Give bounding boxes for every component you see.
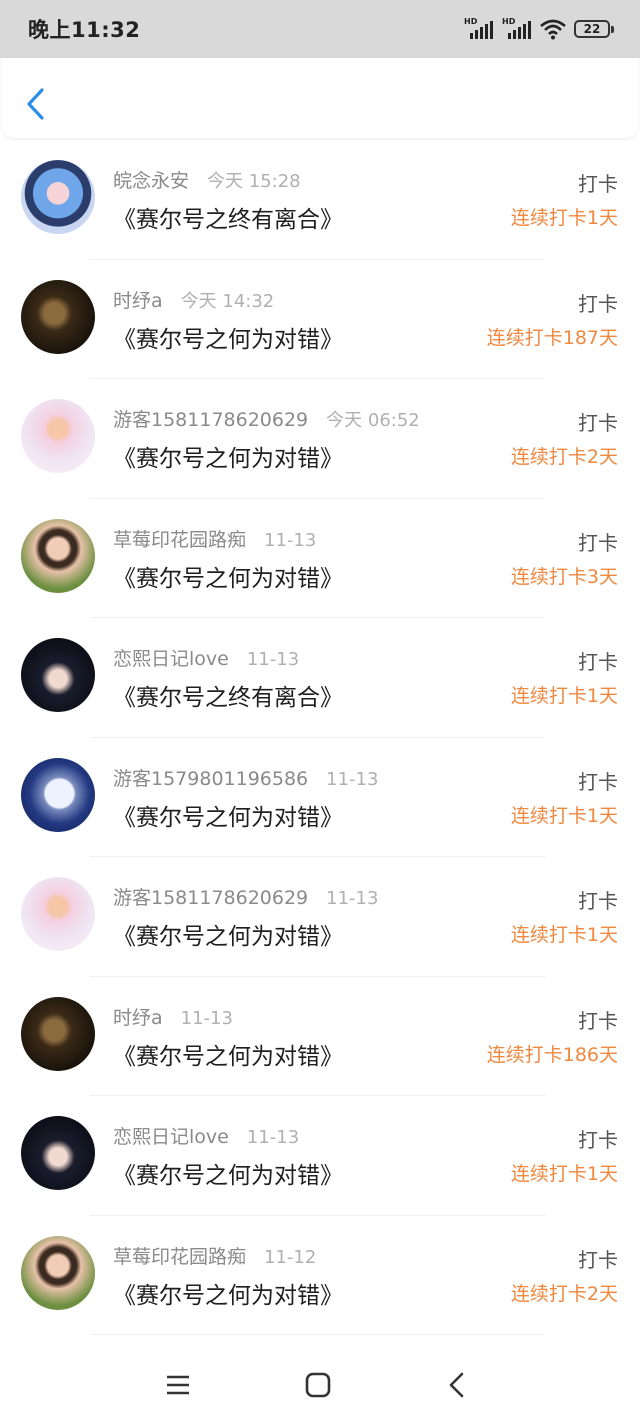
avatar[interactable] — [21, 1116, 95, 1190]
user-name[interactable]: 恋熙日记love — [113, 1122, 229, 1149]
battery-level: 22 — [583, 22, 601, 36]
book-title[interactable]: 《赛尔号之何为对错》 — [113, 917, 343, 951]
user-name[interactable]: 草莓印花园路痴 — [113, 525, 246, 552]
list-item[interactable]: 皖念永安 今天 15:28 《赛尔号之终有离合》 打卡 连续打卡1天 — [0, 140, 640, 260]
post-time: 11-13 — [246, 649, 300, 670]
checkin-list: 皖念永安 今天 15:28 《赛尔号之终有离合》 打卡 连续打卡1天 时纾a 今… — [0, 140, 640, 1335]
user-name[interactable]: 草莓印花园路痴 — [113, 1242, 246, 1269]
list-item[interactable]: 游客1581178620629 11-13 《赛尔号之何为对错》 打卡 连续打卡… — [0, 857, 640, 977]
list-item[interactable]: 游客1579801196586 11-13 《赛尔号之何为对错》 打卡 连续打卡… — [0, 738, 640, 857]
name-line: 时纾a 今天 14:32 — [113, 286, 274, 313]
checkin-tag: 打卡 — [578, 291, 618, 316]
post-time: 今天 14:32 — [180, 290, 275, 312]
checkin-tag: 打卡 — [578, 411, 618, 435]
post-time: 11-13 — [246, 1127, 300, 1148]
name-line: 皖念永安 今天 15:28 — [113, 166, 301, 193]
post-time: 11-13 — [326, 768, 379, 790]
checkin-tag: 打卡 — [578, 530, 618, 555]
streak-label: 连续打卡2天 — [510, 1282, 618, 1305]
list-item[interactable]: 恋熙日记love 11-13 《赛尔号之何为对错》 打卡 连续打卡1天 — [0, 1096, 640, 1216]
cell-signal-icon-2: HD — [502, 17, 532, 41]
user-name[interactable]: 恋熙日记love — [113, 644, 229, 671]
menu-icon[interactable] — [162, 1369, 194, 1401]
avatar[interactable] — [21, 160, 95, 234]
book-title[interactable]: 《赛尔号之何为对错》 — [113, 1037, 343, 1071]
back-button[interactable] — [20, 84, 50, 124]
top-nav-bar — [2, 58, 638, 138]
name-line: 草莓印花园路痴 11-13 — [113, 525, 316, 552]
book-title[interactable]: 《赛尔号之何为对错》 — [113, 1276, 343, 1310]
book-title[interactable]: 《赛尔号之何为对错》 — [113, 559, 343, 593]
post-time: 11-13 — [264, 529, 317, 551]
divider — [90, 1334, 545, 1335]
streak-label: 连续打卡2天 — [510, 446, 618, 468]
post-time: 今天 06:52 — [326, 410, 420, 431]
book-title[interactable]: 《赛尔号之终有离合》 — [113, 200, 343, 234]
checkin-tag: 打卡 — [578, 1008, 618, 1033]
avatar[interactable] — [21, 638, 95, 712]
list-item[interactable]: 草莓印花园路痴 11-12 《赛尔号之何为对错》 打卡 连续打卡2天 — [0, 1216, 640, 1335]
name-line: 草莓印花园路痴 11-12 — [113, 1242, 316, 1269]
name-line: 时纾a 11-13 — [113, 1003, 233, 1030]
streak-label: 连续打卡1天 — [510, 804, 618, 827]
streak-label: 连续打卡3天 — [510, 565, 618, 588]
chevron-left-icon — [27, 88, 44, 120]
post-time: 11-13 — [326, 888, 379, 909]
streak-label: 连续打卡186天 — [486, 1043, 618, 1066]
post-time: 11-13 — [180, 1007, 233, 1029]
back-triangle-icon[interactable] — [442, 1369, 474, 1401]
system-nav-bar — [0, 1343, 640, 1423]
checkin-tag: 打卡 — [578, 1128, 618, 1152]
avatar[interactable] — [21, 279, 95, 354]
avatar[interactable] — [21, 757, 95, 832]
book-title[interactable]: 《赛尔号之何为对错》 — [113, 320, 343, 354]
book-title[interactable]: 《赛尔号之何为对错》 — [113, 439, 343, 473]
list-item[interactable]: 恋熙日记love 11-13 《赛尔号之终有离合》 打卡 连续打卡1天 — [0, 618, 640, 738]
home-square-icon[interactable] — [302, 1369, 334, 1401]
avatar[interactable] — [21, 996, 95, 1071]
checkin-tag: 打卡 — [578, 769, 618, 794]
name-line: 游客1581178620629 今天 06:52 — [113, 405, 420, 432]
checkin-tag: 打卡 — [578, 650, 618, 674]
streak-label: 连续打卡1天 — [510, 924, 618, 946]
list-item[interactable]: 草莓印花园路痴 11-13 《赛尔号之何为对错》 打卡 连续打卡3天 — [0, 499, 640, 618]
streak-label: 连续打卡1天 — [510, 207, 618, 229]
avatar[interactable] — [21, 399, 95, 473]
user-name[interactable]: 皖念永安 — [113, 166, 189, 193]
status-bar: 晚上11:32 HD HD 22 — [0, 0, 640, 58]
avatar[interactable] — [21, 877, 95, 951]
streak-label: 连续打卡187天 — [486, 326, 618, 349]
book-title[interactable]: 《赛尔号之何为对错》 — [113, 798, 343, 832]
avatar[interactable] — [21, 518, 95, 593]
name-line: 游客1579801196586 11-13 — [113, 764, 378, 791]
user-name[interactable]: 游客1581178620629 — [113, 883, 308, 910]
status-time: 晚上11:32 — [28, 18, 141, 42]
status-icons: HD HD 22 — [464, 17, 614, 41]
list-item[interactable]: 游客1581178620629 今天 06:52 《赛尔号之何为对错》 打卡 连… — [0, 379, 640, 499]
name-line: 恋熙日记love 11-13 — [113, 644, 299, 671]
user-name[interactable]: 时纾a — [113, 286, 163, 313]
wifi-icon — [540, 19, 566, 40]
streak-label: 连续打卡1天 — [510, 685, 618, 707]
list-item[interactable]: 时纾a 11-13 《赛尔号之何为对错》 打卡 连续打卡186天 — [0, 977, 640, 1096]
user-name[interactable]: 时纾a — [113, 1003, 163, 1030]
list-item[interactable]: 时纾a 今天 14:32 《赛尔号之何为对错》 打卡 连续打卡187天 — [0, 260, 640, 379]
name-line: 恋熙日记love 11-13 — [113, 1122, 299, 1149]
book-title[interactable]: 《赛尔号之终有离合》 — [113, 678, 343, 712]
avatar[interactable] — [21, 1235, 95, 1310]
book-title[interactable]: 《赛尔号之何为对错》 — [113, 1156, 343, 1190]
name-line: 游客1581178620629 11-13 — [113, 883, 378, 910]
user-name[interactable]: 游客1579801196586 — [113, 764, 308, 791]
post-time: 11-12 — [264, 1246, 317, 1268]
battery-icon: 22 — [574, 20, 614, 38]
checkin-tag: 打卡 — [578, 172, 618, 196]
cell-signal-icon: HD — [464, 17, 494, 41]
checkin-tag: 打卡 — [578, 1247, 618, 1272]
post-time: 今天 15:28 — [207, 171, 301, 192]
streak-label: 连续打卡1天 — [510, 1163, 618, 1185]
user-name[interactable]: 游客1581178620629 — [113, 405, 308, 432]
checkin-tag: 打卡 — [578, 889, 618, 913]
